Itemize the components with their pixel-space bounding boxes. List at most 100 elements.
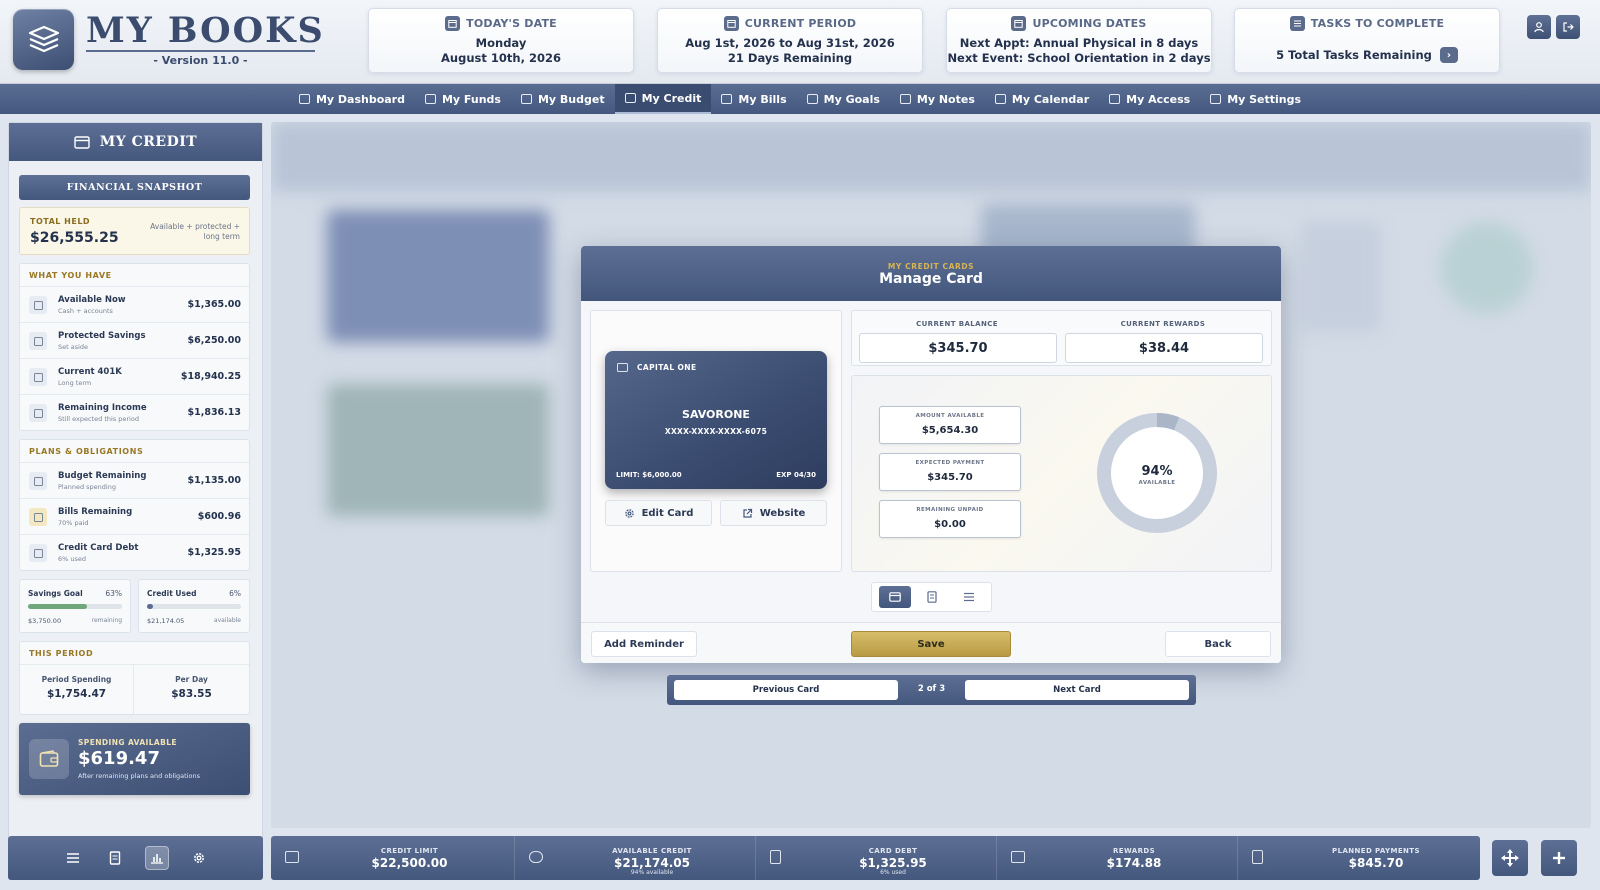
add-reminder-button[interactable]: Add Reminder [591, 631, 697, 657]
nav-item-access[interactable]: My Access [1099, 84, 1200, 114]
blurred-list [1301, 222, 1381, 332]
settings-button[interactable] [187, 846, 211, 870]
credit-card-visual[interactable]: CAPITAL ONE SAVORONE XXXX-XXXX-XXXX-6075… [605, 351, 827, 489]
credit-summary-bar: CREDIT LIMIT $22,500.00 AVAILABLE CREDIT… [271, 836, 1480, 880]
credit-used-label: Credit Used [147, 589, 197, 598]
wallet-icon [29, 739, 69, 779]
list-item[interactable]: Current 401K Long term $18,940.25 [20, 358, 249, 394]
savings-goal-value: $3,750.00 [28, 617, 62, 625]
row-name: Credit Card Debt [58, 543, 139, 553]
receipt-icon [770, 850, 781, 864]
logout-button[interactable] [1556, 15, 1580, 39]
nav-item-credit[interactable]: My Credit [614, 84, 712, 114]
plans-obligations-panel: PLANS & OBLIGATIONS Budget Remaining Pla… [19, 439, 250, 571]
row-sub: 70% paid [58, 519, 89, 527]
amount-available-box: AMOUNT AVAILABLE $5,654.30 [879, 406, 1021, 444]
planned-payments-stat: PLANNED PAYMENTS $845.70 [1237, 836, 1480, 880]
current-period-label: CURRENT PERIOD [744, 17, 857, 30]
list-item[interactable]: Budget Remaining Planned spending $1,135… [20, 462, 249, 498]
expected-payment-label: EXPECTED PAYMENT [915, 460, 985, 466]
nav-item-label: My Bills [738, 92, 787, 106]
previous-card-button[interactable]: Previous Card [674, 680, 898, 700]
this-period-title: THIS PERIOD [29, 649, 94, 658]
row-name: Bills Remaining [58, 507, 133, 517]
chart-icon [520, 94, 532, 104]
website-button[interactable]: Website [720, 500, 827, 526]
gift-icon [1011, 851, 1025, 863]
nav-item-bills[interactable]: My Bills [711, 84, 796, 114]
list-item[interactable]: Credit Card Debt 6% used $1,325.95 [20, 534, 249, 570]
nav-item-funds[interactable]: My Funds [415, 84, 511, 114]
what-you-have-title: WHAT YOU HAVE [29, 271, 112, 280]
tab-list-view[interactable] [953, 586, 985, 608]
total-held-label: TOTAL HELD [30, 217, 91, 226]
nav-item-goals[interactable]: My Goals [797, 84, 890, 114]
current-period-remaining: 21 Days Remaining [727, 51, 853, 65]
flag-icon [806, 94, 818, 104]
tab-statement-view[interactable] [916, 586, 948, 608]
spending-available-label: SPENDING AVAILABLE [78, 738, 177, 747]
nav-item-label: My Budget [537, 92, 605, 106]
next-card-button[interactable]: Next Card [965, 680, 1189, 700]
list-item[interactable]: Protected Savings Set aside $6,250.00 [20, 322, 249, 358]
next-appointment: Next Appt: Annual Physical in 8 days [959, 36, 1199, 50]
home-icon [298, 94, 310, 104]
nav-item-label: My Dashboard [315, 92, 405, 106]
tab-card-view[interactable] [878, 586, 911, 608]
card-icon [888, 592, 901, 602]
key-icon [1109, 94, 1121, 104]
card-stats-panel: AMOUNT AVAILABLE $5,654.30 EXPECTED PAYM… [851, 375, 1272, 572]
nav-item-dashboard[interactable]: My Dashboard [289, 84, 415, 114]
list-item[interactable]: Bills Remaining 70% paid $600.96 [20, 498, 249, 534]
available-credit-label: AVAILABLE CREDIT [612, 847, 692, 855]
what-you-have-panel: WHAT YOU HAVE Available Now Cash + accou… [19, 263, 250, 431]
credit-limit-stat: CREDIT LIMIT $22,500.00 [271, 836, 514, 880]
back-button[interactable]: Back [1165, 631, 1271, 657]
list-item[interactable]: Remaining Income Still expected this per… [20, 394, 249, 430]
current-period-card: CURRENT PERIOD Aug 1st, 2026 to Aug 31st… [657, 8, 923, 73]
document-button[interactable] [103, 846, 127, 870]
card-icon [74, 135, 90, 149]
list-icon [1289, 16, 1305, 31]
row-value: $1,836.13 [187, 407, 242, 418]
nav-item-calendar[interactable]: My Calendar [985, 84, 1099, 114]
card-debt-sub: 6% used [880, 869, 906, 876]
calendar-icon [994, 94, 1006, 104]
this-period-panel: THIS PERIOD Period Spending $1,754.47 Pe… [19, 641, 250, 715]
card-icon [285, 851, 299, 863]
card-count: 2 of 3 [917, 684, 946, 694]
main-nav: My Dashboard My Funds My Budget My Credi… [0, 84, 1600, 114]
credit-limit-value: $22,500.00 [371, 856, 448, 870]
tasks-open-button[interactable]: › [1439, 47, 1458, 63]
tasks-card: TASKS TO COMPLETE 5 Total Tasks Remainin… [1234, 8, 1500, 73]
current-balance-field[interactable]: $345.70 [859, 333, 1057, 363]
edit-card-button[interactable]: Edit Card [605, 500, 712, 526]
list-item[interactable]: Available Now Cash + accounts $1,365.00 [20, 286, 249, 322]
bar-chart-icon [29, 472, 47, 490]
row-name: Remaining Income [58, 403, 147, 413]
current-rewards-field[interactable]: $38.44 [1065, 333, 1263, 363]
current-period-range: Aug 1st, 2026 to Aug 31st, 2026 [685, 36, 895, 50]
profile-button[interactable] [1527, 15, 1551, 39]
chart-button[interactable] [144, 846, 169, 870]
todays-date-full: August 10th, 2026 [441, 51, 561, 65]
safe-icon [29, 332, 47, 350]
user-icon [1534, 22, 1544, 33]
nav-item-notes[interactable]: My Notes [890, 84, 985, 114]
nav-item-label: My Access [1126, 92, 1191, 106]
app-title: MY BOOKS [86, 10, 325, 51]
amount-available-value: $5,654.30 [921, 425, 979, 436]
upcoming-dates-card: UPCOMING DATES Next Appt: Annual Physica… [946, 8, 1212, 73]
expected-payment-box: EXPECTED PAYMENT $345.70 [879, 453, 1021, 491]
add-button[interactable] [1541, 840, 1577, 876]
move-button[interactable] [1492, 840, 1528, 876]
donut-label: AVAILABLE [1138, 480, 1176, 486]
savings-goal-card: Savings Goal 63% $3,750.00 remaining [19, 579, 131, 633]
save-button[interactable]: Save [851, 631, 1011, 657]
nav-item-budget[interactable]: My Budget [511, 84, 615, 114]
gear-icon [624, 508, 634, 518]
card-name: SAVORONE [682, 408, 750, 421]
menu-button[interactable] [61, 846, 85, 870]
nav-item-settings[interactable]: My Settings [1200, 84, 1311, 114]
current-rewards-label: CURRENT REWARDS [1120, 320, 1206, 328]
